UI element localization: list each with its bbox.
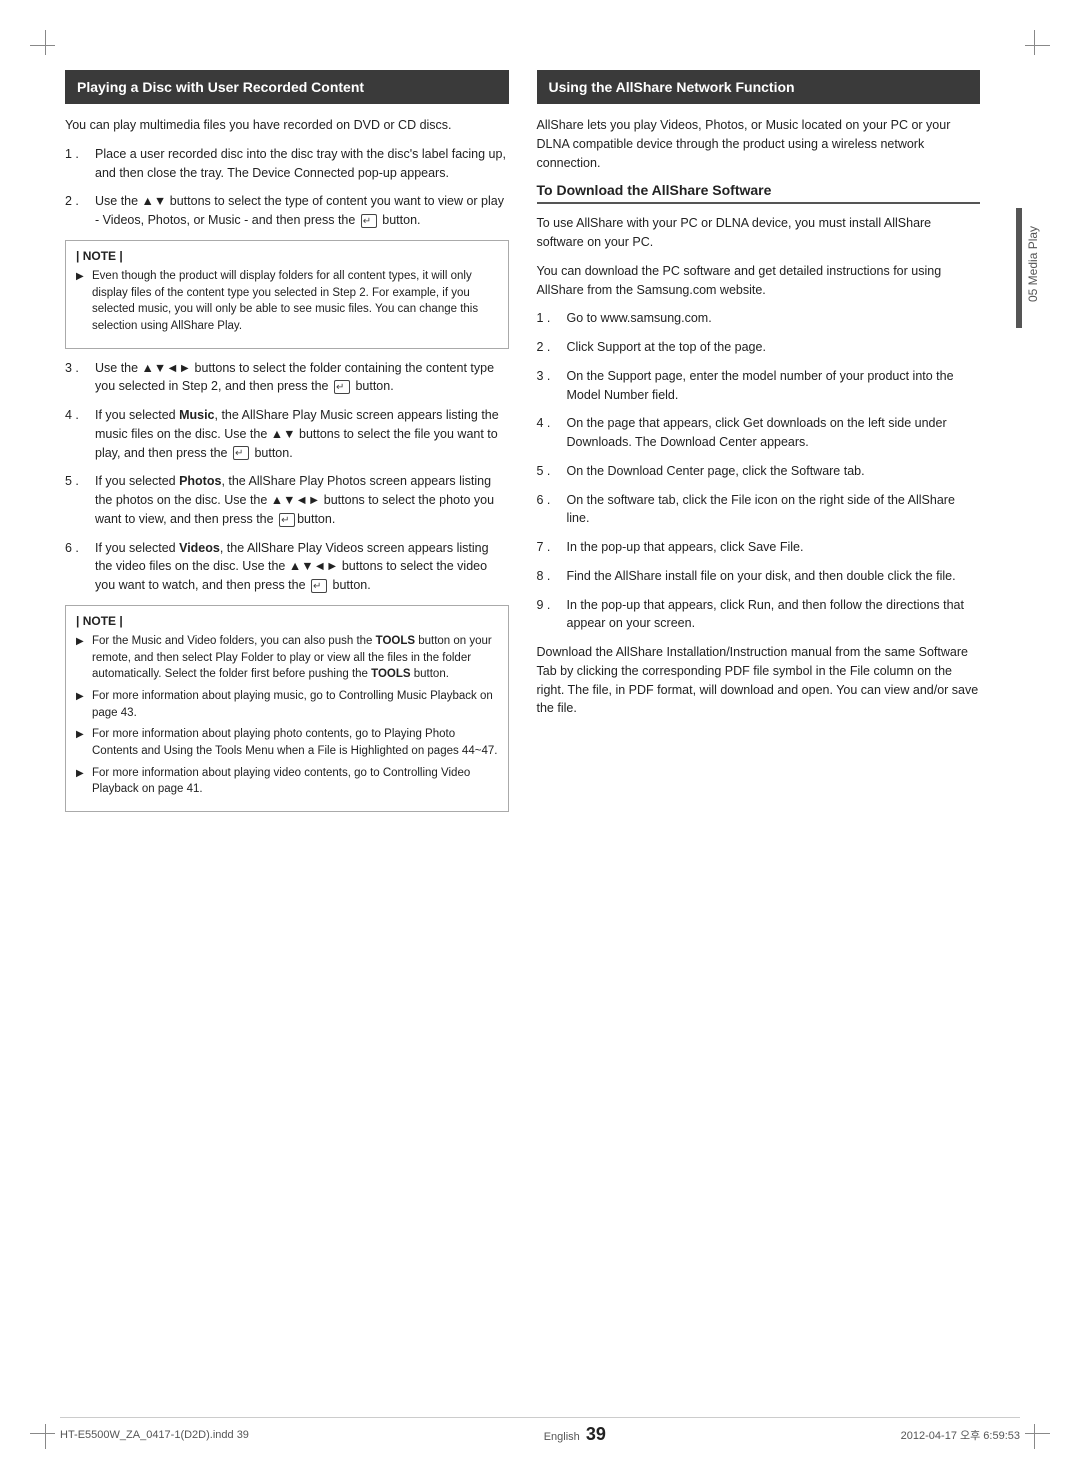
right-closing: Download the AllShare Installation/Instr… xyxy=(537,643,981,718)
enter-icon-3 xyxy=(233,446,249,460)
note-item-2: ▶ For the Music and Video folders, you c… xyxy=(76,633,498,683)
corner-decoration xyxy=(1025,45,1050,46)
enter-icon-2 xyxy=(334,380,350,394)
corner-decoration xyxy=(45,30,46,55)
note-box-2: | NOTE | ▶ For the Music and Video folde… xyxy=(65,605,509,812)
step-4: 4 . If you selected Music, the AllShare … xyxy=(65,406,509,462)
corner-decoration xyxy=(30,45,55,46)
right-step-8: 8 . Find the AllShare install file on yo… xyxy=(537,567,981,586)
step-1: 1 . Place a user recorded disc into the … xyxy=(65,145,509,183)
corner-decoration xyxy=(1034,30,1035,55)
right-step-1: 1 . Go to www.samsung.com. xyxy=(537,309,981,328)
corner-decoration xyxy=(30,1433,55,1434)
footer-left: HT-E5500W_ZA_0417-1(D2D).indd 39 xyxy=(60,1429,249,1441)
enter-icon xyxy=(361,214,377,228)
step-5: 5 . If you selected Photos, the AllShare… xyxy=(65,472,509,528)
right-intro: AllShare lets you play Videos, Photos, o… xyxy=(537,116,981,172)
right-step-5: 5 . On the Download Center page, click t… xyxy=(537,462,981,481)
left-intro: You can play multimedia files you have r… xyxy=(65,116,509,135)
corner-decoration xyxy=(1034,1424,1035,1449)
note-box-1: | NOTE | ▶ Even though the product will … xyxy=(65,240,509,349)
step-3: 3 . Use the ▲▼◄► buttons to select the f… xyxy=(65,359,509,397)
note-item-1: ▶ Even though the product will display f… xyxy=(76,268,498,335)
right-step-6: 6 . On the software tab, click the File … xyxy=(537,491,981,529)
step-6: 6 . If you selected Videos, the AllShare… xyxy=(65,539,509,595)
right-column: Using the AllShare Network Function AllS… xyxy=(537,70,981,1399)
right-step-2: 2 . Click Support at the top of the page… xyxy=(537,338,981,357)
side-label: 05 Media Play xyxy=(1016,200,1040,328)
enter-icon-5 xyxy=(311,579,327,593)
note-item-5: ▶ For more information about playing vid… xyxy=(76,765,498,798)
left-column: Playing a Disc with User Recorded Conten… xyxy=(65,70,509,1399)
page-footer: HT-E5500W_ZA_0417-1(D2D).indd 39 English… xyxy=(60,1417,1020,1445)
right-step-3: 3 . On the Support page, enter the model… xyxy=(537,367,981,405)
note-item-3: ▶ For more information about playing mus… xyxy=(76,688,498,721)
right-section-header: Using the AllShare Network Function xyxy=(537,70,981,104)
right-step-9: 9 . In the pop-up that appears, click Ru… xyxy=(537,596,981,634)
page-number: English 39 xyxy=(544,1424,606,1445)
right-step-7: 7 . In the pop-up that appears, click Sa… xyxy=(537,538,981,557)
step-2: 2 . Use the ▲▼ buttons to select the typ… xyxy=(65,192,509,230)
note-item-4: ▶ For more information about playing pho… xyxy=(76,726,498,759)
subheader: To Download the AllShare Software xyxy=(537,182,981,204)
sub-intro-1: To use AllShare with your PC or DLNA dev… xyxy=(537,214,981,252)
footer-right: 2012-04-17 오후 6:59:53 xyxy=(901,1427,1020,1443)
enter-icon-4 xyxy=(279,513,295,527)
corner-decoration xyxy=(45,1424,46,1449)
sub-intro-2: You can download the PC software and get… xyxy=(537,262,981,300)
corner-decoration xyxy=(1025,1433,1050,1434)
right-step-4: 4 . On the page that appears, click Get … xyxy=(537,414,981,452)
left-section-header: Playing a Disc with User Recorded Conten… xyxy=(65,70,509,104)
